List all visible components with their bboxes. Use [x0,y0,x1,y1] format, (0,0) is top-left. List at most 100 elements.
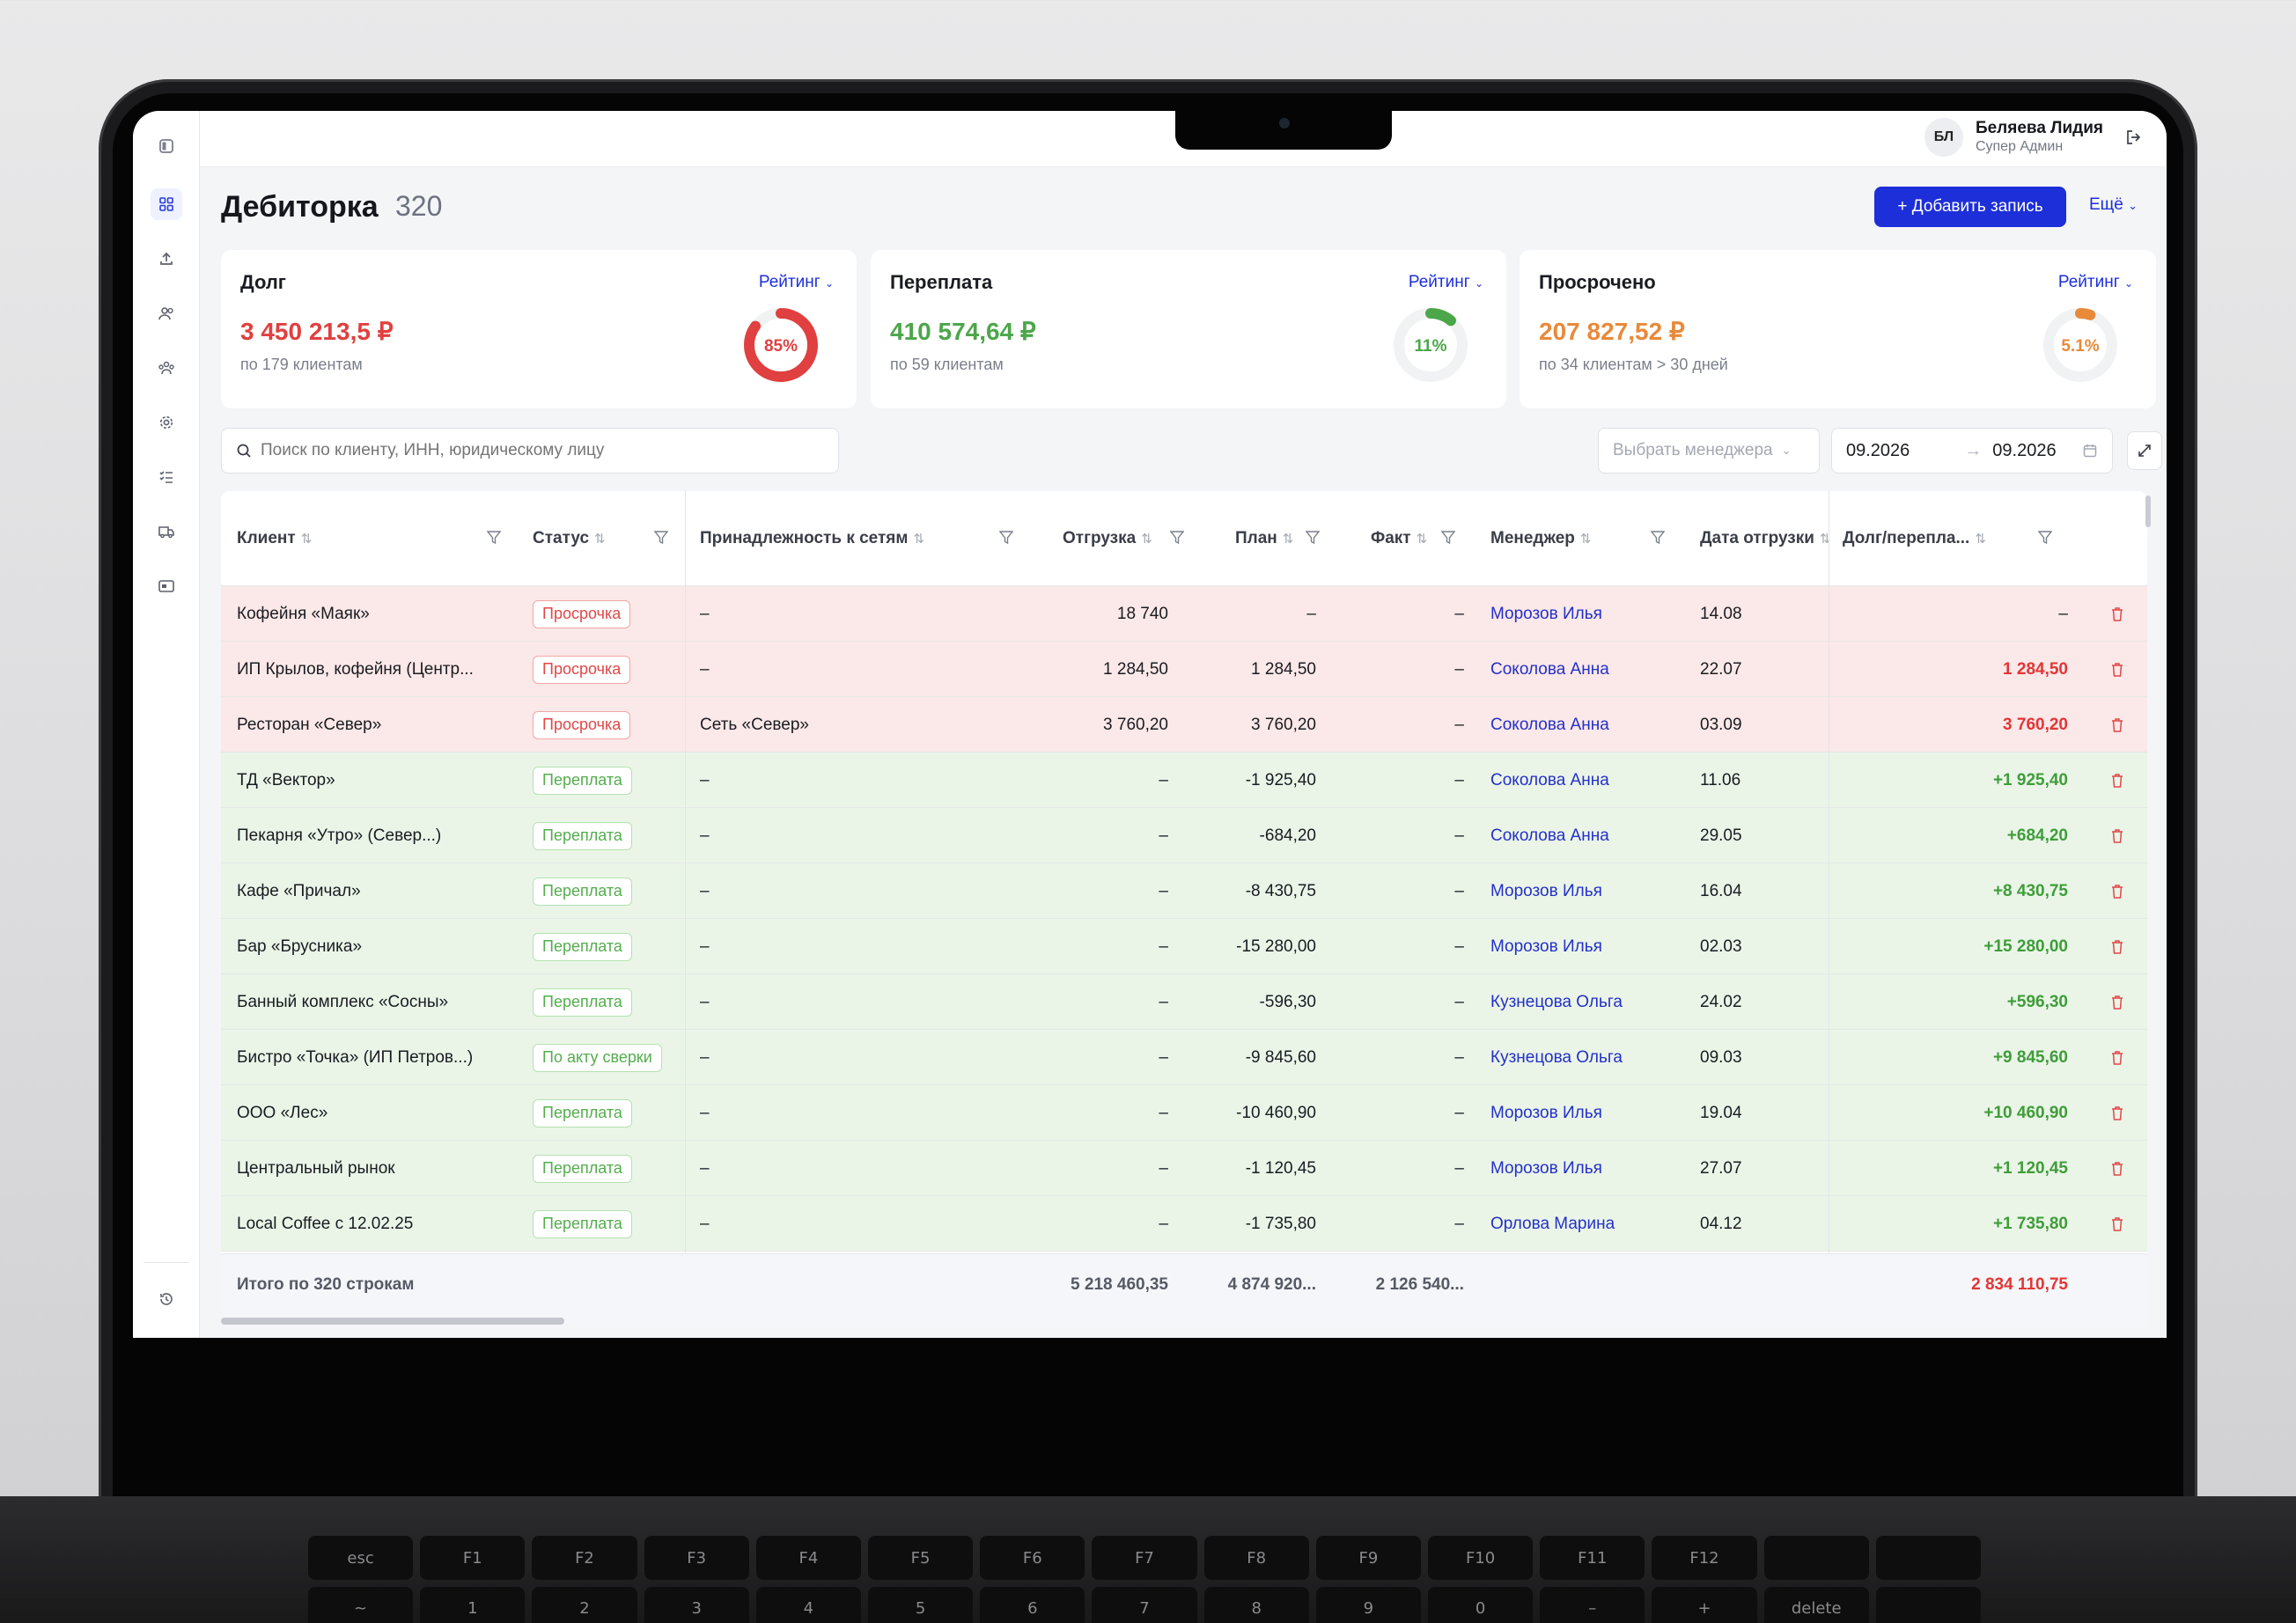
delete-button[interactable] [2110,808,2124,863]
col-status[interactable]: Статус ⇅ [533,491,606,586]
col-network[interactable]: Принадлежность к сетям ⇅ [700,491,924,586]
add-record-button[interactable]: + Добавить запись [1874,187,2066,227]
sort-icon[interactable]: ⇅ [594,531,606,547]
filter-icon[interactable] [487,530,501,546]
more-button[interactable]: Ещё ⌄ [2089,195,2138,215]
search-field[interactable] [221,428,839,474]
filter-icon[interactable] [1306,530,1320,546]
table-row[interactable]: Local Coffee c 12.02.25 Переплата – – -1… [221,1196,2147,1252]
col-plan[interactable]: План ⇅ [1235,491,1293,586]
filter-icon[interactable] [2038,530,2052,546]
manager-link[interactable]: Кузнецова Ольга [1490,974,1623,1030]
user-menu[interactable]: БЛ Беляева Лидия Супер Админ [1924,118,2144,157]
client-name[interactable]: Банный комплекс «Сосны» [237,974,448,1030]
sort-icon[interactable]: ⇅ [301,531,313,547]
delivery-truck-icon[interactable] [151,516,182,547]
sort-icon[interactable]: ⇅ [1141,531,1152,547]
delete-button[interactable] [2110,1030,2124,1085]
col-client[interactable]: Клиент ⇅ [237,491,312,586]
expand-button[interactable] [2127,431,2162,470]
client-name[interactable]: Кафе «Причал» [237,863,361,919]
vertical-scrollbar[interactable] [2145,496,2151,527]
table-row[interactable]: ТД «Вектор» Переплата – – -1 925,40 – Со… [221,753,2147,808]
filter-icon[interactable] [1651,530,1665,546]
filter-icon[interactable] [999,530,1013,546]
delete-button[interactable] [2110,697,2124,753]
client-name[interactable]: ТД «Вектор» [237,753,335,808]
rating-dropdown[interactable]: Рейтинг ⌄ [1409,273,1483,292]
plan-value: 3 760,20 [1251,715,1316,734]
table-row[interactable]: Кафе «Причал» Переплата – – -8 430,75 – … [221,863,2147,919]
checklist-icon[interactable] [151,461,182,493]
delete-button[interactable] [2110,974,2124,1030]
delete-button[interactable] [2110,753,2124,808]
manager-link[interactable]: Морозов Илья [1490,919,1602,974]
team-icon[interactable] [151,352,182,384]
client-name[interactable]: ИП Крылов, кофейня (Центр... [237,642,474,697]
table-row[interactable]: Банный комплекс «Сосны» Переплата – – -5… [221,974,2147,1030]
sort-icon[interactable]: ⇅ [1417,531,1428,547]
history-icon[interactable] [151,1283,182,1315]
horizontal-scrollbar[interactable] [221,1318,564,1325]
manager-link[interactable]: Морозов Илья [1490,863,1602,919]
filter-icon[interactable] [654,530,668,546]
client-name[interactable]: Бистро «Точка» (ИП Петров...) [237,1030,473,1085]
upload-icon[interactable] [151,243,182,275]
table-row[interactable]: Ресторан «Север» Просрочка Сеть «Север» … [221,697,2147,753]
client-name[interactable]: Ресторан «Север» [237,697,381,753]
table-row[interactable]: Бистро «Точка» (ИП Петров...) По акту св… [221,1030,2147,1085]
sort-icon[interactable]: ⇅ [1975,531,1986,547]
col-shipment[interactable]: Отгрузка ⇅ [1063,491,1152,586]
delete-button[interactable] [2110,586,2124,642]
manager-select-placeholder: Выбрать менеджера [1613,441,1773,459]
client-name[interactable]: Центральный рынок [237,1141,395,1196]
col-fact[interactable]: Факт ⇅ [1371,491,1427,586]
delete-button[interactable] [2110,1141,2124,1196]
client-name[interactable]: ООО «Лес» [237,1085,327,1141]
manager-link[interactable]: Соколова Анна [1490,753,1609,808]
manager-link[interactable]: Кузнецова Ольга [1490,1030,1623,1085]
manager-link[interactable]: Морозов Илья [1490,1085,1602,1141]
col-ship-date[interactable]: Дата отгрузки ⇅ [1700,491,1831,586]
table-row[interactable]: ИП Крылов, кофейня (Центр... Просрочка –… [221,642,2147,697]
delete-button[interactable] [2110,863,2124,919]
filter-icon[interactable] [1170,530,1184,546]
manager-link[interactable]: Соколова Анна [1490,808,1609,863]
settings-gear-icon[interactable] [151,407,182,438]
delete-button[interactable] [2110,642,2124,697]
logout-icon[interactable] [2124,128,2144,147]
wallet-icon[interactable] [151,570,182,602]
search-input[interactable] [261,441,806,460]
date-range-picker[interactable]: 09.2026 → 09.2026 [1831,428,2113,474]
table-row[interactable]: Пекарня «Утро» (Север...) Переплата – – … [221,808,2147,863]
sort-icon[interactable]: ⇅ [913,531,924,547]
delete-button[interactable] [2110,919,2124,974]
users-icon[interactable] [151,297,182,329]
manager-link[interactable]: Соколова Анна [1490,697,1609,753]
manager-link[interactable]: Морозов Илья [1490,1141,1602,1196]
client-name[interactable]: Пекарня «Утро» (Север...) [237,808,441,863]
table-row[interactable]: Кофейня «Маяк» Просрочка – 18 740 – – Мо… [221,586,2147,642]
col-manager[interactable]: Менеджер ⇅ [1490,491,1591,586]
rating-dropdown[interactable]: Рейтинг ⌄ [2058,273,2133,292]
manager-select[interactable]: Выбрать менеджера ⌄ [1598,428,1820,474]
table-row[interactable]: Бар «Брусника» Переплата – – -15 280,00 … [221,919,2147,974]
manager-link[interactable]: Орлова Марина [1490,1196,1615,1252]
sort-icon[interactable]: ⇅ [1283,531,1294,547]
table-row[interactable]: ООО «Лес» Переплата – – -10 460,90 – Мор… [221,1085,2147,1141]
dashboard-icon[interactable] [151,188,182,220]
delete-button[interactable] [2110,1085,2124,1141]
client-name[interactable]: Бар «Брусника» [237,919,362,974]
delete-button[interactable] [2110,1196,2124,1252]
filter-icon[interactable] [1441,530,1455,546]
rating-dropdown[interactable]: Рейтинг ⌄ [759,273,834,292]
table-row[interactable]: Центральный рынок Переплата – – -1 120,4… [221,1141,2147,1196]
manager-link[interactable]: Соколова Анна [1490,642,1609,697]
sort-icon[interactable]: ⇅ [1580,531,1592,547]
debt-value: +9 845,60 [1992,1047,2068,1067]
client-name[interactable]: Кофейня «Маяк» [237,586,370,642]
collapse-sidebar-icon[interactable] [151,130,182,162]
col-debt[interactable]: Долг/перепла... ⇅ [1843,491,1986,586]
manager-link[interactable]: Морозов Илья [1490,586,1602,642]
client-name[interactable]: Local Coffee c 12.02.25 [237,1196,413,1252]
